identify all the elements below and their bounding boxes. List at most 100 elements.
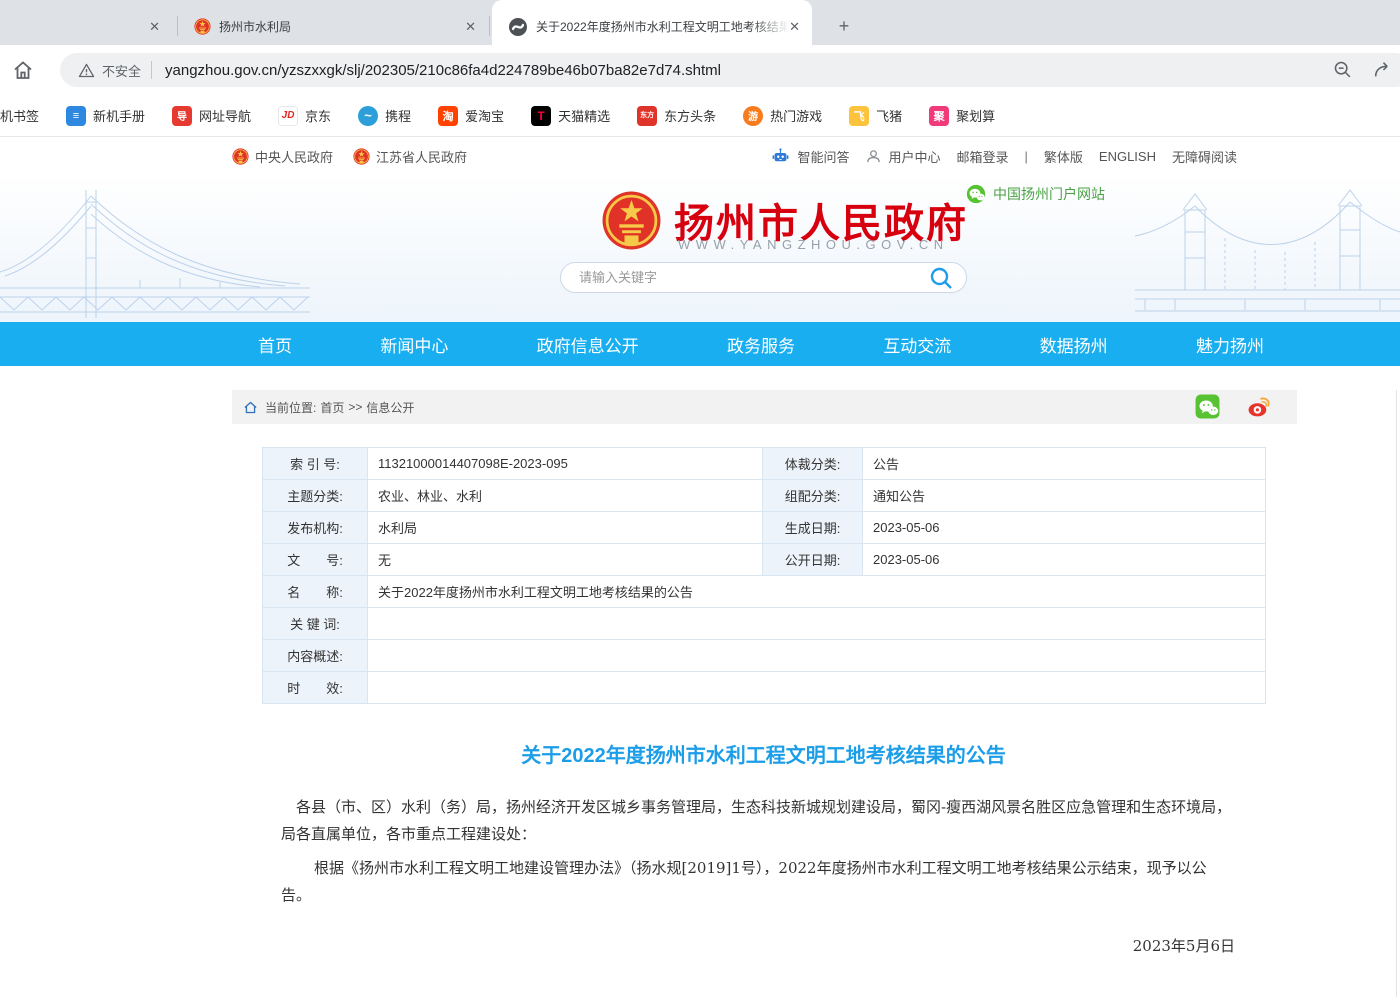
nav-items: 首页 新闻中心 政府信息公开 政务服务 互动交流 数据扬州 魅力扬州 bbox=[232, 322, 1290, 366]
nav-info-disclosure[interactable]: 政府信息公开 bbox=[537, 332, 639, 357]
bookmark-item-jd[interactable]: JD 京东 bbox=[278, 106, 331, 126]
nav-charm[interactable]: 魅力扬州 bbox=[1196, 332, 1264, 357]
zoom-out-icon[interactable] bbox=[1332, 59, 1354, 81]
tab-close-icon[interactable]: ✕ bbox=[149, 20, 160, 33]
bridge-artwork-right bbox=[1135, 180, 1400, 322]
new-tab-button[interactable]: + bbox=[830, 12, 858, 40]
wechat-icon bbox=[966, 184, 986, 204]
tab-divider bbox=[177, 16, 178, 36]
ctrip-icon: ~ bbox=[358, 106, 378, 126]
bookmarks-bar: 机书签 ≡ 新机手册 导 网址导航 JD 京东 ~ 携程 淘 爱淘宝 T 天猫精… bbox=[0, 95, 1400, 137]
bookmark-item-juhuasuan[interactable]: 聚 聚划算 bbox=[929, 106, 995, 126]
tmall-icon: T bbox=[531, 106, 551, 126]
bookmark-label: 新机手册 bbox=[93, 106, 145, 125]
search-input[interactable] bbox=[561, 270, 928, 285]
article-paragraph: 根据《扬州市水利工程文明工地建设管理办法》（扬水规[2019]1号），2022年… bbox=[281, 855, 1235, 909]
meta-value-cell bbox=[368, 672, 1266, 704]
link-jiangsu-gov[interactable]: 江苏省人民政府 bbox=[353, 147, 467, 166]
juhuasuan-icon: 聚 bbox=[929, 106, 949, 126]
link-central-gov[interactable]: 中央人民政府 bbox=[232, 147, 333, 166]
meta-value-cell bbox=[368, 640, 1266, 672]
meta-label-cell: 文 号: bbox=[263, 544, 368, 576]
portal-link[interactable]: 中国扬州门户网站 bbox=[966, 184, 1105, 204]
gov-emblem-favicon bbox=[194, 18, 211, 35]
bookmark-item-fliggy[interactable]: 飞 飞猪 bbox=[849, 106, 902, 126]
tab-close-icon[interactable]: ✕ bbox=[789, 20, 800, 33]
url-text[interactable]: yangzhou.gov.cn/yzszxxgk/slj/202305/210c… bbox=[165, 62, 1314, 79]
meta-label-cell: 名 称: bbox=[263, 576, 368, 608]
bookmark-item-tmall[interactable]: T 天猫精选 bbox=[531, 106, 610, 126]
share-icon[interactable] bbox=[1372, 59, 1394, 81]
bookmark-label: 飞猪 bbox=[876, 106, 902, 125]
bookmark-label: 网址导航 bbox=[199, 106, 251, 125]
breadcrumb: 当前位置: 首页 >> 信息公开 bbox=[232, 390, 1297, 424]
link-english[interactable]: ENGLISH bbox=[1099, 149, 1156, 164]
table-row: 文 号: 无 公开日期: 2023-05-06 bbox=[263, 544, 1266, 576]
tab-strip: ✕ 扬州市水利局 ✕ 关于2022年度扬州市水利工程文明工地考核结果的公告 ✕ … bbox=[0, 0, 1400, 45]
weibo-share-icon[interactable] bbox=[1247, 394, 1272, 419]
jd-icon: JD bbox=[278, 106, 298, 126]
national-emblem-logo bbox=[601, 190, 662, 251]
bookmark-item-taobao[interactable]: 淘 爱淘宝 bbox=[438, 106, 504, 126]
bookmark-label: 京东 bbox=[305, 106, 331, 125]
topbar-divider: | bbox=[1025, 149, 1028, 164]
user-icon bbox=[865, 148, 882, 165]
meta-value-cell: 关于2022年度扬州市水利工程文明工地考核结果的公告 bbox=[368, 576, 1266, 608]
link-user-center[interactable]: 用户中心 bbox=[865, 147, 940, 166]
article-paragraph: 各县（市、区）水利（务）局，扬州经济开发区城乡事务管理局，生态科技新城规划建设局… bbox=[281, 794, 1235, 848]
meta-value-cell: 11321000014407098E-2023-095 bbox=[368, 448, 763, 480]
link-smart-qa[interactable]: 智能问答 bbox=[770, 147, 849, 166]
tab-close-icon[interactable]: ✕ bbox=[465, 20, 476, 33]
meta-value-cell: 水利局 bbox=[368, 512, 763, 544]
gov-links-bar: 中央人民政府 江苏省人民政府 智能问答 bbox=[0, 137, 1400, 175]
share-buttons bbox=[1195, 394, 1272, 419]
tab-active-announcement[interactable]: 关于2022年度扬州市水利工程文明工地考核结果的公告 ✕ bbox=[492, 0, 812, 45]
search-icon[interactable] bbox=[928, 265, 954, 291]
nav-home[interactable]: 首页 bbox=[258, 332, 292, 357]
bookmark-item-manual[interactable]: ≡ 新机手册 bbox=[66, 106, 145, 126]
meta-label-cell: 关 键 词: bbox=[263, 608, 368, 640]
bookmark-item-sitenav[interactable]: 导 网址导航 bbox=[172, 106, 251, 126]
nav-data[interactable]: 数据扬州 bbox=[1040, 332, 1108, 357]
tab-cutoff[interactable]: ✕ bbox=[0, 8, 178, 45]
bookmark-item-games[interactable]: 游 热门游戏 bbox=[743, 106, 822, 126]
link-accessibility[interactable]: 无障碍阅读 bbox=[1172, 147, 1237, 166]
gov-emblem-icon bbox=[232, 148, 249, 165]
bookmark-label: 携程 bbox=[385, 106, 411, 125]
breadcrumb-home-link[interactable]: 首页 bbox=[320, 399, 344, 416]
security-label: 不安全 bbox=[102, 61, 141, 80]
table-row: 关 键 词: bbox=[263, 608, 1266, 640]
nav-interaction[interactable]: 互动交流 bbox=[883, 332, 951, 357]
not-secure-warning-icon bbox=[78, 62, 95, 79]
manual-icon: ≡ bbox=[66, 106, 86, 126]
meta-value-cell: 无 bbox=[368, 544, 763, 576]
table-row: 时 效: bbox=[263, 672, 1266, 704]
site-favicon bbox=[508, 17, 528, 37]
tab-shuiliju[interactable]: 扬州市水利局 ✕ bbox=[180, 8, 490, 45]
breadcrumb-home-icon[interactable] bbox=[243, 400, 258, 415]
article-date: 2023年5月6日 bbox=[281, 933, 1235, 960]
breadcrumb-separator: >> bbox=[348, 400, 362, 414]
meta-value-cell: 2023-05-06 bbox=[863, 544, 1266, 576]
site-header: 扬州市人民政府 WWW.YANGZHOU.GOV.CN 中国扬州门户网站 bbox=[0, 175, 1400, 322]
page-content: 当前位置: 首页 >> 信息公开 bbox=[232, 390, 1397, 997]
east-toutiao-icon: 东方 bbox=[637, 106, 657, 126]
link-mail-login[interactable]: 邮箱登录 bbox=[956, 147, 1008, 166]
bookmark-label: 爱淘宝 bbox=[465, 106, 504, 125]
games-icon: 游 bbox=[743, 106, 763, 126]
bookmark-item-ctrip[interactable]: ~ 携程 bbox=[358, 106, 411, 126]
bookmark-label: 热门游戏 bbox=[770, 106, 822, 125]
meta-label-cell: 体裁分类: bbox=[763, 448, 863, 480]
browser-toolbar: 不安全 yangzhou.gov.cn/yzszxxgk/slj/202305/… bbox=[0, 45, 1400, 95]
breadcrumb-section-link[interactable]: 信息公开 bbox=[366, 399, 414, 416]
address-bar[interactable]: 不安全 yangzhou.gov.cn/yzszxxgk/slj/202305/… bbox=[60, 53, 1400, 87]
home-icon[interactable] bbox=[11, 58, 35, 82]
wechat-share-icon[interactable] bbox=[1195, 394, 1220, 419]
bookmark-item-east[interactable]: 东方 东方头条 bbox=[637, 106, 716, 126]
nav-services[interactable]: 政务服务 bbox=[727, 332, 795, 357]
bookmark-item-cutoff[interactable]: 机书签 bbox=[0, 106, 39, 125]
gov-links-left: 中央人民政府 江苏省人民政府 bbox=[232, 137, 467, 175]
table-row: 名 称: 关于2022年度扬州市水利工程文明工地考核结果的公告 bbox=[263, 576, 1266, 608]
nav-news[interactable]: 新闻中心 bbox=[380, 332, 448, 357]
link-traditional[interactable]: 繁体版 bbox=[1044, 147, 1083, 166]
